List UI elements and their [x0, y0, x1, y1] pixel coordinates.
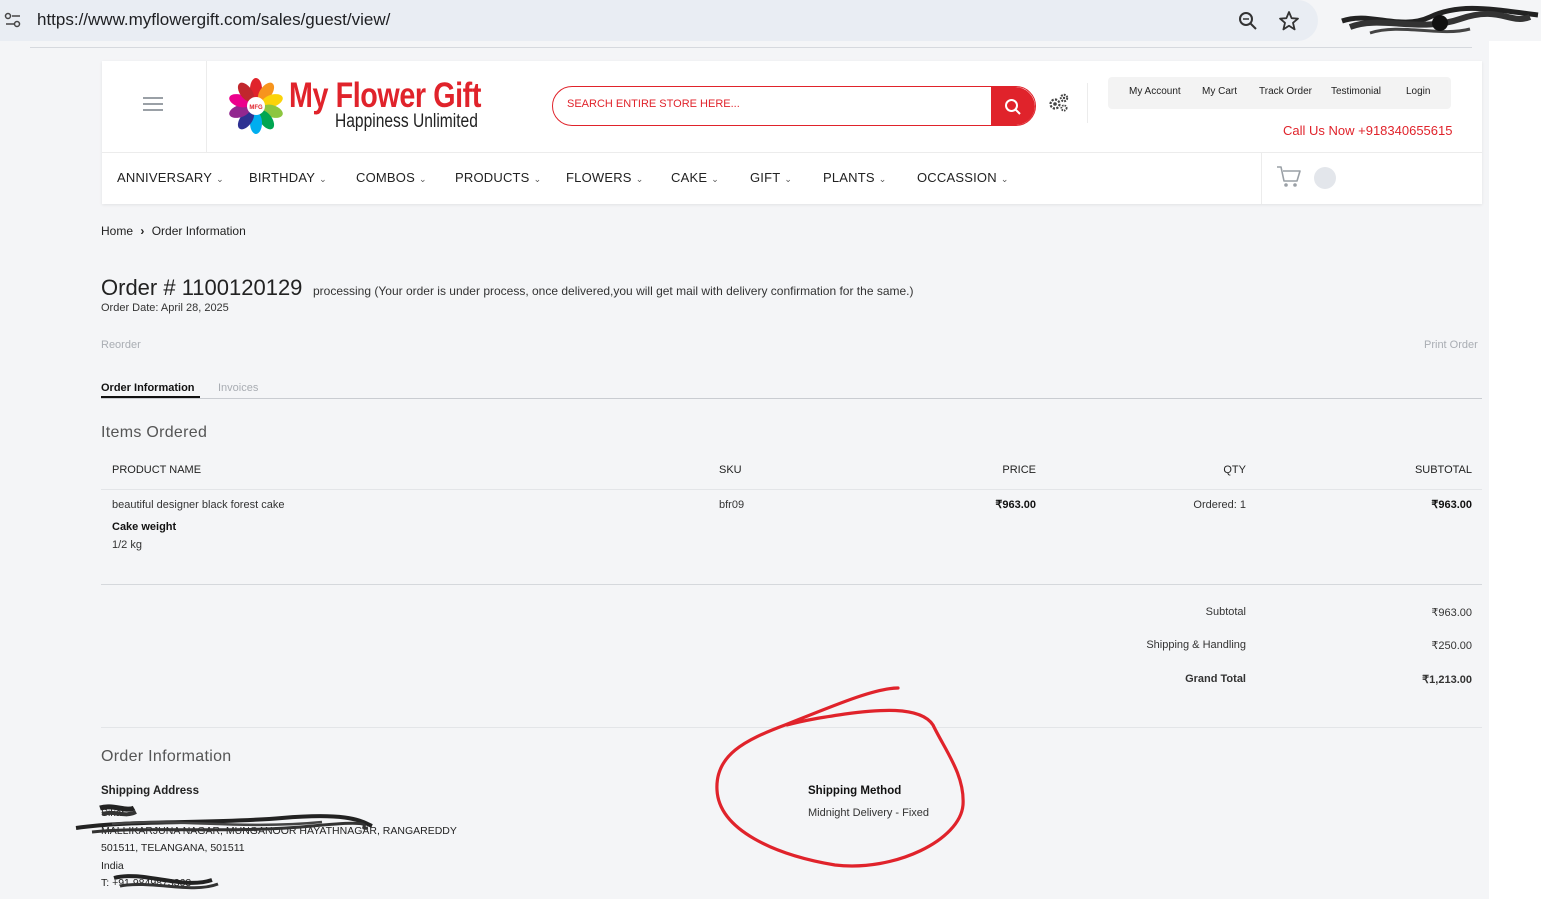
header-divider-right: [1087, 83, 1088, 123]
chevron-down-icon: ⌄: [1000, 174, 1009, 184]
tab-invoices[interactable]: Invoices: [218, 382, 258, 394]
product-option-value: 1/2 kg: [112, 539, 142, 551]
page-scroll-gutter: [1489, 41, 1541, 899]
product-subtotal: ₹963.00: [1431, 499, 1472, 511]
order-info-title: Order Information: [101, 748, 232, 765]
nav-products[interactable]: PRODUCTS ⌄: [455, 170, 541, 185]
call-now-text[interactable]: Call Us Now +918340655615: [1283, 123, 1452, 138]
url-text[interactable]: https://www.myflowergift.com/sales/guest…: [37, 10, 390, 30]
nav-birthday[interactable]: BIRTHDAY ⌄: [249, 170, 327, 185]
tab-order-information[interactable]: Order Information: [101, 382, 195, 394]
search-input[interactable]: [567, 98, 987, 110]
settings-gears-icon[interactable]: [1048, 93, 1070, 113]
nav-label: OCCASSION: [917, 170, 997, 185]
nav-anniversary[interactable]: ANNIVERSARY ⌄: [117, 170, 224, 185]
reorder-link[interactable]: Reorder: [101, 339, 141, 351]
product-qty: Ordered: 1: [1193, 499, 1246, 511]
print-order-link[interactable]: Print Order: [1424, 339, 1478, 351]
chevron-down-icon: ⌄: [319, 174, 327, 184]
header-divider: [206, 61, 207, 152]
testimonial-link[interactable]: Testimonial: [1331, 86, 1381, 97]
nav-label: PLANTS: [823, 170, 875, 185]
col-sku: SKU: [719, 464, 742, 476]
logo-title[interactable]: My Flower Gift: [289, 76, 481, 116]
my-cart-link[interactable]: My Cart: [1202, 86, 1237, 97]
shipping-address-label: Shipping Address: [101, 785, 199, 797]
product-option-label: Cake weight: [112, 521, 177, 533]
site-settings-icon[interactable]: [4, 12, 22, 28]
login-link[interactable]: Login: [1406, 86, 1430, 97]
cart-count-badge[interactable]: [1314, 167, 1336, 189]
shipping-value: ₹250.00: [1431, 640, 1472, 652]
chevron-down-icon: ⌄: [216, 174, 224, 184]
search-button[interactable]: [991, 87, 1035, 125]
shipping-label: Shipping & Handling: [1146, 639, 1246, 651]
page-title: Order # 1100120129: [101, 275, 303, 300]
col-subtotal: SUBTOTAL: [1414, 464, 1472, 476]
nav-combos[interactable]: COMBOS ⌄: [356, 170, 427, 185]
nav-cart-divider: [1261, 153, 1262, 204]
nav-gift[interactable]: GIFT ⌄: [750, 170, 792, 185]
zoom-icon[interactable]: [1238, 11, 1258, 31]
breadcrumb-current: Order Information: [151, 224, 246, 238]
nav-label: BIRTHDAY: [249, 170, 316, 185]
annotation-circle: [715, 686, 965, 868]
grand-total-value: ₹1,213.00: [1422, 674, 1472, 686]
breadcrumb: Home › Order Information: [101, 224, 246, 238]
chevron-down-icon: ⌄: [878, 174, 887, 184]
bookmark-star-icon[interactable]: [1278, 10, 1300, 32]
top-links-bar: My Account My Cart Track Order Testimoni…: [1108, 77, 1451, 109]
search-icon: [1005, 99, 1021, 115]
nav-divider: [102, 152, 1482, 153]
product-price: ₹963.00: [995, 499, 1036, 511]
chevron-down-icon: ⌄: [418, 174, 427, 184]
logo-subtitle: Happiness Unlimited: [335, 111, 478, 132]
grand-total-label: Grand Total: [1185, 673, 1246, 685]
chevron-down-icon: ⌄: [711, 174, 719, 184]
order-date: Order Date: April 28, 2025: [101, 302, 229, 314]
chevron-down-icon: ⌄: [784, 174, 793, 184]
breadcrumb-home[interactable]: Home: [101, 224, 133, 238]
nav-label: COMBOS: [356, 170, 415, 185]
nav-label: ANNIVERSARY: [117, 170, 213, 185]
items-ordered-title: Items Ordered: [101, 424, 208, 441]
order-status: processing (Your order is under process,…: [313, 284, 914, 298]
chevron-down-icon: ⌄: [635, 174, 644, 184]
nav-occassion[interactable]: OCCASSION ⌄: [917, 170, 1009, 185]
logo-flower-icon[interactable]: MFG: [228, 78, 284, 134]
menu-icon[interactable]: [143, 97, 163, 111]
subtotal-value: ₹963.00: [1431, 607, 1472, 619]
chevron-down-icon: ⌄: [533, 174, 542, 184]
tabs-divider: [101, 398, 1482, 399]
nav-label: CAKE: [671, 170, 708, 185]
logo-badge-text: MFG: [249, 105, 263, 111]
col-price: PRICE: [1002, 464, 1036, 476]
redaction-scribble: [75, 804, 373, 890]
product-name: beautiful designer black forest cake: [112, 499, 285, 511]
nav-label: GIFT: [750, 170, 781, 185]
nav-flowers[interactable]: FLOWERS ⌄: [566, 170, 643, 185]
browser-divider: [30, 47, 1472, 48]
nav-plants[interactable]: PLANTS ⌄: [823, 170, 887, 185]
search-box: [552, 86, 1036, 126]
subtotal-label: Subtotal: [1205, 606, 1246, 618]
breadcrumb-chevron-icon: ›: [140, 224, 145, 238]
product-sku: bfr09: [719, 499, 745, 511]
my-account-link[interactable]: My Account: [1129, 86, 1181, 97]
col-qty: QTY: [1223, 464, 1246, 476]
nav-cake[interactable]: CAKE ⌄: [671, 170, 719, 185]
profile-area-redacted[interactable]: [1340, 5, 1540, 39]
track-order-link[interactable]: Track Order: [1259, 86, 1312, 97]
items-bottom-rule: [101, 584, 1482, 585]
cart-icon[interactable]: [1276, 165, 1302, 189]
table-header-rule: [101, 489, 1482, 490]
nav-label: PRODUCTS: [455, 170, 530, 185]
nav-label: FLOWERS: [566, 170, 632, 185]
col-product-name: PRODUCT NAME: [112, 464, 202, 476]
